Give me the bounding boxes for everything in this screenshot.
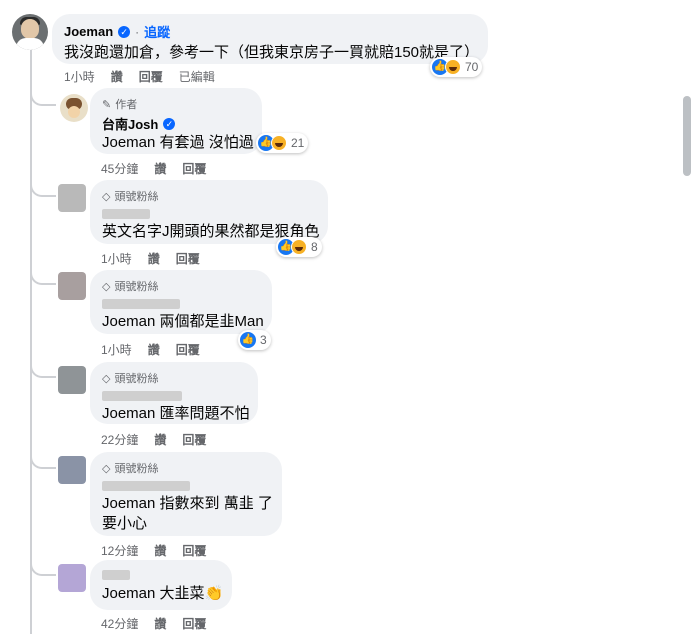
comment-actions: 12分鐘 讚 回覆 (101, 542, 206, 559)
blurred-name (102, 481, 190, 491)
follow-link[interactable]: 追蹤 (144, 22, 170, 41)
reaction-summary[interactable]: 👍 70 (430, 57, 483, 77)
haha-face-icon (291, 239, 307, 255)
verified-badge-icon: ✓ (163, 117, 176, 130)
thread-branch (30, 562, 56, 576)
timestamp[interactable]: 12分鐘 (101, 542, 138, 559)
diamond-icon: ◇ (102, 280, 111, 293)
reply-bubble: Joeman 大韭菜👏 (90, 560, 232, 610)
commenter-name[interactable]: Joeman (64, 24, 113, 39)
reaction-count: 8 (311, 240, 318, 254)
top-fan-badge: ◇ 頭號粉絲 (102, 280, 159, 294)
comment-text: 我沒跑還加倉，參考一下（但我東京房子一買就賠150就是了） (64, 44, 480, 61)
reply-bubble: ◇ 頭號粉絲 Joeman 匯率問題不怕 (90, 362, 258, 424)
comment-text: Joeman 有套過 沒怕過 (102, 134, 254, 151)
diamond-icon: ◇ (102, 462, 111, 475)
comment-actions: 1小時 讚 回覆 (101, 250, 200, 267)
like-button[interactable]: 讚 (148, 341, 160, 358)
avatar[interactable] (58, 366, 86, 394)
scrollbar[interactable] (683, 96, 691, 176)
timestamp[interactable]: 45分鐘 (101, 160, 138, 177)
comment-actions: 22分鐘 讚 回覆 (101, 431, 206, 448)
reply-button[interactable]: 回覆 (182, 615, 206, 632)
thread-line (30, 50, 32, 634)
timestamp[interactable]: 1小時 (101, 341, 132, 358)
reply-button[interactable]: 回覆 (176, 250, 200, 267)
pencil-icon: ✎ (102, 98, 112, 111)
comment-text: Joeman 指數來到 萬韭 了 要小心 (102, 495, 273, 532)
comment-text: Joeman 匯率問題不怕 (102, 405, 250, 422)
comment-actions: 1小時 讚 回覆 (101, 341, 200, 358)
reaction-count: 70 (465, 60, 479, 74)
comment-bubble: Joeman ✓ · 追蹤 我沒跑還加倉，參考一下（但我東京房子一買就賠150就… (52, 14, 488, 64)
comment-actions: 45分鐘 讚 回覆 (101, 160, 206, 177)
avatar[interactable] (58, 184, 86, 212)
thread-branch (30, 364, 56, 378)
reaction-count: 21 (291, 136, 305, 150)
comment-text: Joeman 大韭菜👏 (102, 585, 224, 602)
commenter-name[interactable]: 台南Josh (102, 114, 158, 133)
comment-actions: 42分鐘 讚 回覆 (101, 615, 206, 632)
author-badge: ✎ 作者 (102, 98, 138, 112)
like-button[interactable]: 讚 (154, 615, 166, 632)
haha-face-icon (271, 135, 287, 151)
diamond-icon: ◇ (102, 372, 111, 385)
timestamp[interactable]: 42分鐘 (101, 615, 138, 632)
verified-badge-icon: ✓ (118, 25, 131, 38)
top-fan-badge: ◇ 頭號粉絲 (102, 372, 159, 386)
reply-button[interactable]: 回覆 (182, 542, 206, 559)
avatar[interactable] (58, 272, 86, 300)
blurred-name (102, 570, 130, 580)
reaction-summary[interactable]: 👍 3 (238, 330, 271, 350)
reply-button[interactable]: 回覆 (182, 431, 206, 448)
blurred-name (102, 209, 150, 219)
thread-branch (30, 183, 56, 197)
avatar[interactable] (58, 456, 86, 484)
timestamp[interactable]: 22分鐘 (101, 431, 138, 448)
haha-face-icon (445, 59, 461, 75)
reaction-summary[interactable]: 👍 21 (256, 133, 309, 153)
avatar[interactable] (58, 564, 86, 592)
top-fan-badge: ◇ 頭號粉絲 (102, 462, 159, 476)
reply-bubble: ◇ 頭號粉絲 Joeman 兩個都是韭Man (90, 270, 272, 334)
like-button[interactable]: 讚 (111, 68, 123, 85)
reaction-count: 3 (260, 333, 267, 347)
like-button[interactable]: 讚 (154, 542, 166, 559)
like-button[interactable]: 讚 (154, 160, 166, 177)
avatar[interactable] (12, 14, 48, 50)
avatar[interactable] (60, 94, 88, 122)
timestamp[interactable]: 1小時 (101, 250, 132, 267)
timestamp[interactable]: 1小時 (64, 68, 95, 85)
comment-actions: 1小時 讚 回覆 已編輯 (64, 68, 215, 85)
reply-button[interactable]: 回覆 (176, 341, 200, 358)
reply-button[interactable]: 回覆 (139, 68, 163, 85)
edited-label: 已編輯 (178, 70, 215, 84)
blurred-name (102, 391, 182, 401)
thread-branch (30, 92, 56, 106)
reaction-summary[interactable]: 👍 8 (276, 237, 322, 257)
thread-branch (30, 455, 56, 469)
reply-bubble: ✎ 作者 台南Josh ✓ Joeman 有套過 沒怕過 (90, 88, 262, 154)
like-button[interactable]: 讚 (148, 250, 160, 267)
blurred-name (102, 299, 180, 309)
diamond-icon: ◇ (102, 190, 111, 203)
top-fan-badge: ◇ 頭號粉絲 (102, 190, 159, 204)
reply-bubble: ◇ 頭號粉絲 Joeman 指數來到 萬韭 了 要小心 (90, 452, 282, 536)
comment-text: Joeman 兩個都是韭Man (102, 313, 264, 330)
thumbs-up-icon: 👍 (240, 332, 256, 348)
reply-bubble: ◇ 頭號粉絲 英文名字J開頭的果然都是狠角色 (90, 180, 328, 244)
like-button[interactable]: 讚 (154, 431, 166, 448)
reply-button[interactable]: 回覆 (182, 160, 206, 177)
thread-branch (30, 271, 56, 285)
